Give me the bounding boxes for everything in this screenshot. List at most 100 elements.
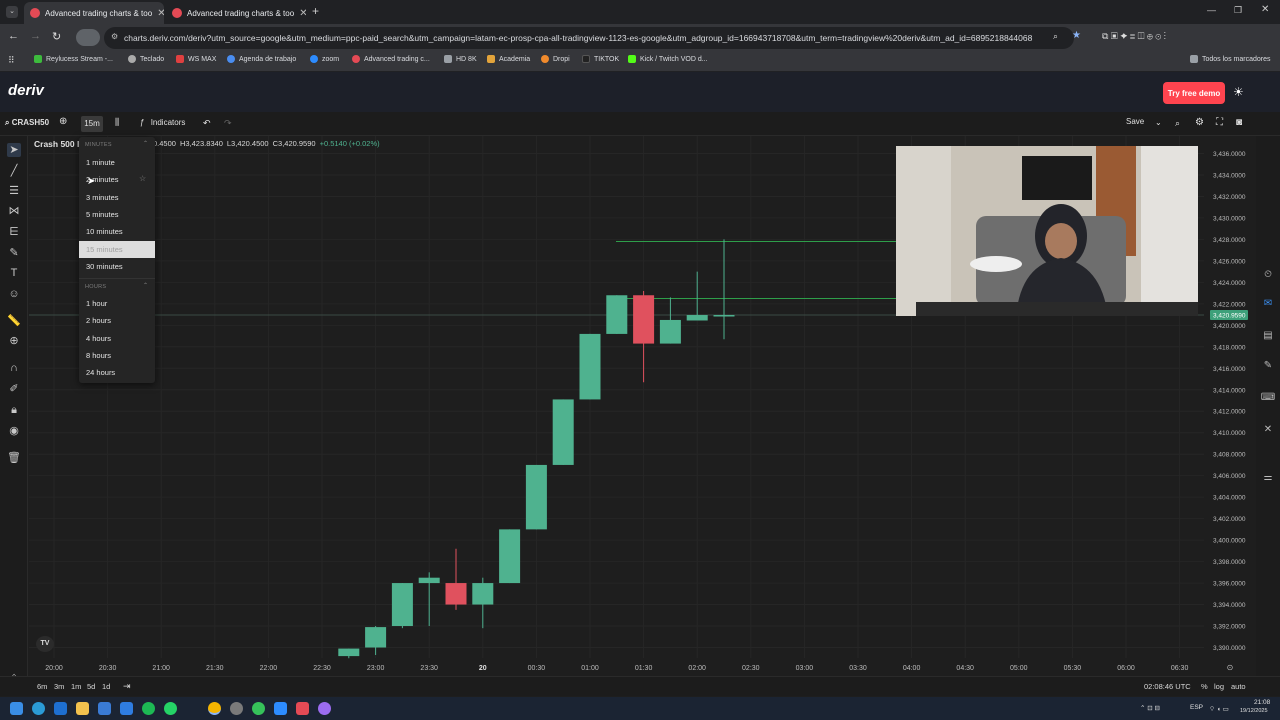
lock-icon[interactable]: 🔒︎	[7, 403, 21, 417]
trend-line-icon[interactable]: ╱	[7, 164, 21, 178]
tf-1-hour[interactable]: 1 hour	[79, 295, 155, 312]
tf-4-hours[interactable]: 4 hours	[79, 330, 155, 347]
period-1d[interactable]: 1d	[102, 682, 110, 691]
settings-icon[interactable]: ⚙	[1195, 117, 1204, 128]
period-1m[interactable]: 1m	[71, 682, 81, 691]
brush-icon[interactable]: ✎	[7, 246, 21, 260]
favorite-star-icon[interactable]: ☆	[139, 174, 146, 183]
magnet-icon[interactable]: ∩	[7, 361, 21, 375]
alert-icon[interactable]: ⏲	[1260, 267, 1276, 283]
undo-icon[interactable]: ↶	[203, 118, 211, 129]
pattern-icon[interactable]: ⋈	[7, 204, 21, 218]
tray-status-icons[interactable]: ⌔ ◖ ▭	[1209, 704, 1229, 713]
percent-toggle[interactable]: %	[1201, 682, 1208, 691]
start-icon[interactable]	[10, 702, 23, 715]
date-range-icon[interactable]: ⇥	[123, 681, 131, 692]
log-toggle[interactable]: log	[1214, 682, 1224, 691]
tf-30-minutes[interactable]: 30 minutes	[79, 258, 155, 275]
bookmark-item[interactable]: WS MAX	[176, 55, 216, 63]
text-icon[interactable]: T	[7, 266, 21, 280]
minimize-icon[interactable]: —	[1207, 5, 1216, 15]
close-tab-icon[interactable]: ✕	[299, 8, 306, 19]
site-info-icon[interactable]: ⚙	[111, 32, 118, 41]
auto-toggle[interactable]: auto	[1231, 682, 1246, 691]
tf-8-hours[interactable]: 8 hours	[79, 347, 155, 364]
spotify-icon[interactable]	[142, 702, 155, 715]
outlook-icon[interactable]	[54, 702, 67, 715]
period-5d[interactable]: 5d	[87, 682, 95, 691]
deriv-logo[interactable]: deriv	[8, 82, 44, 99]
tf-2-hours[interactable]: 2 hours	[79, 312, 155, 329]
mail-icon[interactable]	[120, 702, 133, 715]
bookmark-item[interactable]: zoom	[310, 55, 339, 63]
screenshot-icon[interactable]: ◙	[1236, 117, 1242, 128]
tf-15-minutes[interactable]: 15 minutes	[79, 241, 155, 258]
store-icon[interactable]	[98, 702, 111, 715]
browser-tab-2[interactable]: Advanced trading charts & too ✕	[166, 2, 306, 24]
bookmark-item[interactable]: HD 8K	[444, 55, 477, 63]
tab-search-icon[interactable]: ⌄	[6, 6, 18, 18]
gamepad-icon[interactable]: ⌨	[1260, 390, 1276, 406]
tray-icons[interactable]: ⌃ ⊡ ⊟	[1140, 704, 1160, 712]
trash-icon[interactable]: 🗑︎	[7, 451, 21, 465]
close-window-icon[interactable]: ✕	[1261, 4, 1269, 15]
bookmark-item[interactable]: Advanced trading c...	[352, 55, 430, 63]
pencil-lock-icon[interactable]: ✐	[7, 382, 21, 396]
apps-icon[interactable]: ⠿	[8, 55, 15, 66]
extension-pill[interactable]	[76, 29, 100, 46]
explorer-icon[interactable]	[76, 702, 89, 715]
bookmark-item[interactable]: Dropi	[541, 55, 570, 63]
new-tab-button[interactable]: +	[312, 4, 319, 18]
timeframe-button[interactable]: 15m	[81, 116, 103, 132]
reload-icon[interactable]: ↻	[52, 30, 61, 43]
tf-3-minutes[interactable]: 3 minutes	[79, 189, 155, 206]
save-dropdown-icon[interactable]: ⌄	[1155, 118, 1162, 127]
app-icon[interactable]	[296, 702, 309, 715]
bookmark-item[interactable]: Academia	[487, 55, 530, 63]
redo-icon[interactable]: ↷	[224, 118, 232, 129]
bookmark-item[interactable]: Kick / Twitch VOD d...	[628, 55, 708, 63]
whatsapp-icon[interactable]	[164, 702, 177, 715]
maximize-icon[interactable]: ❐	[1234, 5, 1242, 16]
news-icon[interactable]: ▤	[1260, 328, 1276, 344]
eye-icon[interactable]: ◉	[7, 424, 21, 438]
collapse-chevron-icon[interactable]: ⌃	[143, 140, 148, 147]
cursor-icon[interactable]: ➤	[7, 143, 21, 157]
fib-icon[interactable]: ⋿	[7, 225, 21, 239]
clock-time[interactable]: 21:08	[1254, 699, 1270, 706]
tf-5-minutes[interactable]: 5 minutes	[79, 206, 155, 223]
indicators-button[interactable]: ƒ Indicators	[140, 118, 185, 127]
period-3m[interactable]: 3m	[54, 682, 64, 691]
language-indicator[interactable]: ESP	[1190, 704, 1203, 711]
notes-icon[interactable]: ✎	[1260, 358, 1276, 374]
back-icon[interactable]: ←	[8, 30, 19, 42]
fullscreen-icon[interactable]: ⛶	[1216, 117, 1223, 128]
settings-app-icon[interactable]	[230, 702, 243, 715]
symbol-search[interactable]: ⌕ CRASH50	[5, 118, 49, 128]
bookmark-star-icon[interactable]: ★	[1072, 30, 1081, 41]
clock-date[interactable]: 19/12/2025	[1240, 708, 1268, 714]
tools-icon[interactable]: ✕	[1260, 422, 1276, 438]
forward-icon[interactable]: →	[30, 30, 41, 42]
bookmark-item[interactable]: TIKTOK	[582, 55, 619, 63]
browser-tab-1[interactable]: Advanced trading charts & too ✕	[24, 2, 164, 24]
compare-symbol-icon[interactable]: ⊕	[59, 116, 67, 127]
bookmark-item[interactable]: Teclado	[128, 55, 164, 63]
chrome-icon[interactable]	[208, 702, 221, 715]
emoji-icon[interactable]: ☺	[7, 287, 21, 301]
chart-type-icon[interactable]: ⫼	[115, 117, 119, 128]
theme-toggle-icon[interactable]: ☀	[1233, 85, 1244, 99]
app-icon[interactable]	[318, 702, 331, 715]
period-6m[interactable]: 6m	[37, 682, 47, 691]
tf-10-minutes[interactable]: 10 minutes	[79, 223, 155, 240]
close-tab-icon[interactable]: ✕	[157, 8, 164, 19]
zoom-icon[interactable]: ⌕	[1053, 31, 1058, 42]
ruler-icon[interactable]: 📏	[7, 314, 21, 328]
edge-icon[interactable]	[32, 702, 45, 715]
bookmark-item[interactable]: Agenda de trabajo	[227, 55, 296, 63]
utc-clock[interactable]: 02:08:46 UTC	[1144, 682, 1191, 691]
horizontal-lines-icon[interactable]: ☰	[7, 184, 21, 198]
all-bookmarks[interactable]: Todos los marcadores	[1190, 55, 1270, 63]
zoom-app-icon[interactable]	[274, 702, 287, 715]
try-free-demo-button[interactable]: Try free demo	[1163, 82, 1225, 104]
